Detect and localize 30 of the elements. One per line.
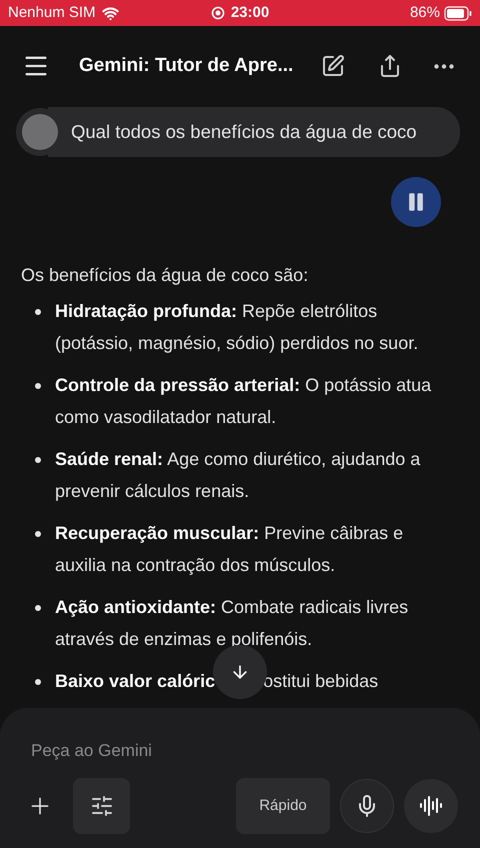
pause-button[interactable] (391, 177, 441, 227)
mode-button[interactable]: Rápido (236, 778, 330, 834)
bullet-icon (35, 383, 41, 389)
battery-percent: 86% (410, 2, 440, 23)
clock: 23:00 (230, 2, 270, 23)
answer-item: Ação antioxidante: Combate radicais livres através de enzimas e polifenóis. (55, 596, 410, 651)
bullet-icon (35, 679, 41, 685)
edit-icon (321, 54, 346, 78)
wifi-icon (102, 4, 119, 22)
carrier-label: Nenhum SIM (8, 2, 96, 23)
answer-item: Controle da pressão arterial: O potássio atua como vasodilatador natural. (55, 374, 432, 429)
answer-item-start: Baixo valor calóric (55, 670, 216, 693)
answer-item: Saúde renal: Age como diurético, ajudando a prevenir cálculos renais. (55, 448, 422, 503)
bullet-icon (35, 457, 41, 463)
answer-item: Hidratação profunda: Repõe eletrólitos (potássio, magnésio, sódio) perdidos no suor. (55, 300, 420, 355)
chat-title: Gemini: Tutor de Apre... (79, 54, 294, 78)
audio-lines-icon (419, 794, 443, 818)
more-icon (434, 64, 454, 68)
sliders-icon (90, 794, 114, 818)
bullet-icon (35, 531, 41, 537)
prompt-field[interactable]: Peça ao Gemini (31, 738, 467, 764)
answer-item: Recuperação muscular: Previne câibras e auxilia na contração dos músculos. (55, 522, 404, 577)
recording-icon (210, 6, 225, 20)
user-message: Qual todos os benefícios da água de coco (71, 120, 417, 144)
answer-intro: Os benefícios da água de coco são: (21, 264, 310, 287)
battery-icon (444, 6, 472, 20)
bullet-icon (35, 309, 41, 315)
answer-item-end: ostitui bebidas (263, 670, 378, 693)
tools-button[interactable] (73, 778, 130, 834)
bullet-icon (35, 605, 41, 611)
